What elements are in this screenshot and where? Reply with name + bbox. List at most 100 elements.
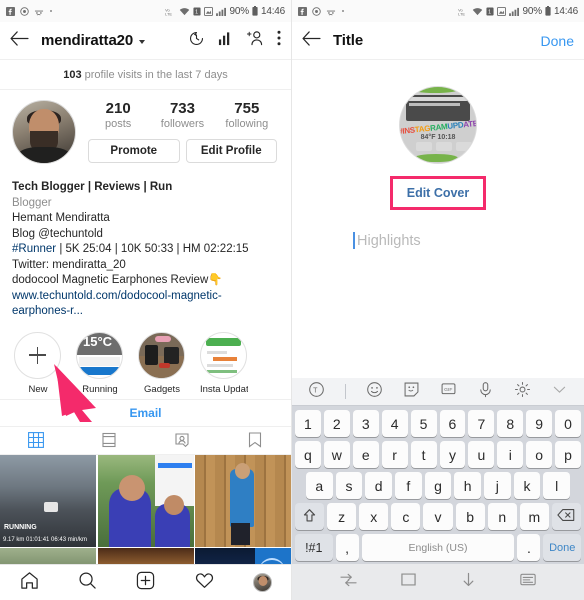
key-b[interactable]: b [455, 503, 485, 530]
edit-cover-button[interactable]: Edit Cover [407, 186, 470, 200]
done-button[interactable]: Done [541, 33, 574, 49]
key-3[interactable]: 3 [352, 410, 379, 437]
key-x[interactable]: x [359, 503, 389, 530]
tagged-tab[interactable] [146, 427, 219, 454]
add-post-icon[interactable] [136, 571, 155, 595]
key-0[interactable]: 0 [555, 410, 582, 437]
highlight-gadgets[interactable]: Gadgets [138, 331, 186, 395]
key-m[interactable]: m [519, 503, 549, 530]
key-a[interactable]: a [305, 472, 333, 499]
highlight-cover-running[interactable]: 15°C [76, 331, 123, 379]
emoji-icon[interactable] [366, 381, 383, 403]
activity-heart-icon[interactable] [195, 571, 214, 595]
key-1[interactable]: 1 [294, 410, 321, 437]
screenshot-icon [496, 6, 506, 16]
key-z[interactable]: z [327, 503, 357, 530]
key-2[interactable]: 2 [323, 410, 350, 437]
key-4[interactable]: 4 [381, 410, 408, 437]
bio-hashtag[interactable]: #Runner [12, 243, 56, 255]
key-k[interactable]: k [513, 472, 541, 499]
collapse-chevron-icon[interactable] [551, 381, 568, 403]
promote-button[interactable]: Promote [88, 139, 180, 163]
key-r[interactable]: r [381, 441, 408, 468]
username-label[interactable]: mendiratta20 [41, 32, 133, 49]
comma-key[interactable]: , [335, 534, 359, 561]
home-square-icon[interactable] [401, 572, 417, 592]
bio-website-link[interactable]: www.techuntold.com/dodocool-magnetic-ear… [12, 289, 279, 320]
key-f[interactable]: f [395, 472, 422, 499]
list-tab[interactable] [73, 427, 146, 454]
settings-gear-icon[interactable] [514, 381, 531, 403]
key-n[interactable]: n [487, 503, 517, 530]
key-j[interactable]: j [484, 472, 511, 499]
space-key[interactable]: English (US) [361, 534, 515, 561]
key-v[interactable]: v [423, 503, 453, 530]
key-t[interactable]: t [410, 441, 437, 468]
saved-tab[interactable] [218, 427, 291, 454]
key-y[interactable]: y [439, 441, 466, 468]
symbols-key[interactable]: !#1 [295, 534, 333, 561]
key-w[interactable]: w [323, 441, 350, 468]
key-c[interactable]: c [391, 503, 421, 530]
stat-posts[interactable]: 210 posts [86, 100, 150, 130]
search-icon[interactable] [78, 571, 97, 595]
keyboard-switch-icon[interactable] [520, 573, 536, 591]
post-thumbnail[interactable] [195, 454, 291, 547]
edit-profile-button[interactable]: Edit Profile [185, 139, 277, 163]
key-5[interactable]: 5 [410, 410, 437, 437]
highlight-running[interactable]: 15°C Running [76, 331, 124, 395]
key-s[interactable]: s [335, 472, 363, 499]
plus-icon[interactable] [14, 331, 61, 379]
hide-keyboard-down-icon[interactable] [461, 572, 476, 592]
key-p[interactable]: p [555, 441, 582, 468]
key-o[interactable]: o [526, 441, 553, 468]
microphone-icon[interactable] [477, 381, 494, 403]
keyboard-done-key[interactable]: Done [543, 534, 581, 561]
recents-icon[interactable] [340, 573, 357, 592]
key-7[interactable]: 7 [468, 410, 495, 437]
profile-avatar[interactable] [12, 100, 76, 164]
add-person-icon[interactable] [246, 30, 264, 51]
key-u[interactable]: u [468, 441, 495, 468]
stat-following[interactable]: 755 following [215, 100, 279, 130]
back-arrow-icon[interactable] [10, 30, 29, 51]
profile-avatar-icon[interactable] [253, 573, 273, 592]
key-6[interactable]: 6 [439, 410, 466, 437]
post-thumbnail[interactable] [97, 454, 194, 547]
highlight-cover-preview[interactable]: #INSTAGRAMUPDATE 84°F 10:18 [399, 86, 477, 164]
period-key[interactable]: . [517, 534, 541, 561]
stat-posts-label: posts [105, 118, 132, 130]
highlight-cover-insta[interactable] [200, 331, 247, 379]
highlight-new[interactable]: New [14, 331, 62, 395]
key-8[interactable]: 8 [497, 410, 524, 437]
archive-clock-icon[interactable] [188, 30, 205, 52]
highlight-cover-gadgets[interactable] [138, 331, 185, 379]
key-9[interactable]: 9 [526, 410, 553, 437]
chevron-down-icon[interactable] [139, 40, 146, 44]
sticker-icon[interactable] [403, 381, 420, 403]
post-thumbnail[interactable]: RUNNING 9.17 km 01:01:41 06:43 min/km [0, 454, 96, 547]
highlight-insta-updates[interactable]: Insta Updat... [200, 331, 248, 395]
translate-icon[interactable]: T [308, 381, 325, 403]
key-h[interactable]: h [454, 472, 482, 499]
shift-key[interactable] [295, 503, 325, 530]
key-i[interactable]: i [497, 441, 524, 468]
key-g[interactable]: g [424, 472, 452, 499]
stat-followers[interactable]: 733 followers [150, 100, 214, 130]
email-button[interactable]: Email [0, 398, 291, 427]
key-d[interactable]: d [365, 472, 392, 499]
post-running-label: RUNNING [4, 523, 37, 531]
svg-text:1: 1 [488, 9, 491, 15]
key-q[interactable]: q [294, 441, 321, 468]
back-arrow-icon[interactable] [302, 30, 321, 51]
home-icon[interactable] [20, 571, 39, 595]
highlights-name-input[interactable]: Highlights [353, 232, 523, 249]
backspace-key[interactable] [551, 503, 581, 530]
grid-tab[interactable] [0, 427, 73, 454]
gif-icon[interactable]: GIF [440, 381, 457, 403]
avatar-container[interactable] [12, 100, 80, 164]
key-l[interactable]: l [543, 472, 571, 499]
overflow-menu-icon[interactable] [277, 30, 281, 51]
key-e[interactable]: e [352, 441, 379, 468]
insights-bar-chart-icon[interactable] [218, 31, 233, 51]
